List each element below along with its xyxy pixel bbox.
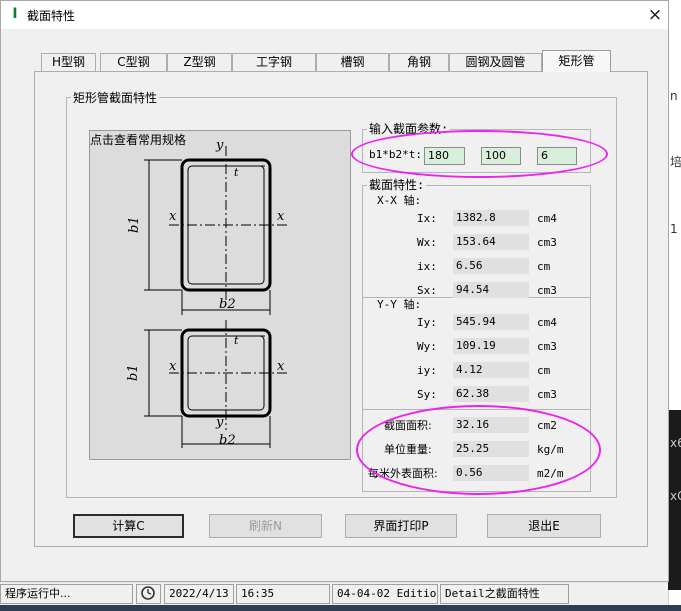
area-label: 截面面积: [384,419,432,432]
tab-round-tube[interactable]: 圆钢及圆管 [449,53,542,71]
status-running: 程序运行中... [0,584,133,604]
area-value: 32.16 [453,417,529,433]
b1-label: b1 [127,216,142,233]
background-text: 1 [670,222,678,236]
sx-unit: cm3 [537,284,557,297]
tab-channel[interactable]: 槽钢 [316,53,389,71]
print-button[interactable]: 界面打印P [345,514,457,538]
iy-unit: cm4 [537,316,557,329]
tab-i-beam[interactable]: 工字钢 [232,53,316,71]
iy-radius-value: 4.12 [453,362,529,378]
tab-z-section[interactable]: Z型钢 [167,53,232,71]
background-text: x6 [670,436,681,450]
surface-area-value: 0.56 [453,465,529,481]
title-bar: I 截面特性 × [1,1,668,29]
y-axis-label: y [215,415,224,430]
calculate-button[interactable]: 计算C [73,514,184,538]
area-unit: cm2 [537,419,557,432]
status-bar: 程序运行中... 2022/4/13 16:35 04-04-02 Editio… [0,583,668,605]
b2-label: b2 [219,297,236,312]
wx-unit: cm3 [537,236,557,249]
ix-unit: cm4 [537,212,557,225]
sx-value: 94.54 [453,282,529,298]
surface-area-unit: m2/m [537,467,564,480]
sx-label: Sx: [417,284,437,297]
b1-label: b1 [126,364,141,381]
weight-label: 单位重量: [384,443,432,456]
exit-button[interactable]: 退出E [487,514,601,538]
sy-label: Sy: [417,388,437,401]
y-axis-label: y [215,138,224,153]
window-title: 截面特性 [27,9,76,23]
sy-value: 62.38 [453,386,529,402]
iy-radius-label: iy: [417,364,437,377]
background-text: xG [670,489,681,503]
t-input[interactable]: 6 [537,147,577,165]
wx-value: 153.64 [453,234,529,250]
b1-input[interactable]: 180 [424,147,465,165]
ix-label: Ix: [417,212,437,225]
b2-label: b2 [219,433,236,448]
tab-angle[interactable]: 角钢 [389,53,449,71]
x-axis-label: x [169,209,177,224]
close-button[interactable]: × [642,1,668,29]
x-axis-label: x [277,209,285,224]
status-detail: Detail之截面特性 [440,584,569,604]
group-title: 矩形管截面特性 [71,91,160,105]
thickness-label: t [234,334,239,347]
yy-axis-title: Y-Y 轴: [377,298,422,311]
ix-radius-value: 6.56 [453,258,529,274]
rect-tube-figure: y x x t b1 b2 x x t b1 y b2 [126,138,289,448]
ix-value: 1382.8 [453,210,529,226]
input-params-title: 输入截面参数: [367,122,451,136]
b1b2t-label: b1*b2*t: [369,148,422,161]
clock-icon [136,584,161,604]
x-axis-label: x [277,359,285,374]
taskbar-edge [0,605,681,611]
wx-label: Wx: [417,236,437,249]
weight-value: 25.25 [453,441,529,457]
tab-c-channel[interactable]: C型钢 [100,53,167,71]
app-icon: I [12,6,18,22]
status-date: 2022/4/13 [164,584,234,604]
background-text: n [670,89,678,103]
wy-unit: cm3 [537,340,557,353]
status-edition: 04-04-02 Edition [332,584,438,604]
sy-unit: cm3 [537,388,557,401]
iy-value: 545.94 [453,314,529,330]
refresh-button[interactable]: 刷新N [209,514,322,538]
tab-h-beam[interactable]: H型钢 [41,53,96,71]
divider [362,409,591,410]
status-time: 16:35 [236,584,330,604]
ix-radius-unit: cm [537,260,551,273]
xx-axis-title: X-X 轴: [377,194,422,207]
tab-rect-tube[interactable]: 矩形管 [542,50,611,72]
wy-label: Wy: [417,340,437,353]
b2-input[interactable]: 100 [481,147,521,165]
surface-area-label: 每米外表面积: [368,467,438,480]
iy-label: Iy: [417,316,437,329]
wy-value: 109.19 [453,338,529,354]
section-properties-dialog: I 截面特性 × H型钢 C型钢 Z型钢 工字钢 槽钢 角钢 圆钢及圆管 矩形管… [0,0,669,582]
weight-unit: kg/m [537,443,564,456]
background-text: 培 [670,155,681,169]
x-axis-label: x [169,359,177,374]
section-props-title: 截面特性: [367,178,427,192]
ix-radius-label: ix: [417,260,437,273]
thickness-label: t [234,166,239,179]
iy-radius-unit: cm [537,364,551,377]
